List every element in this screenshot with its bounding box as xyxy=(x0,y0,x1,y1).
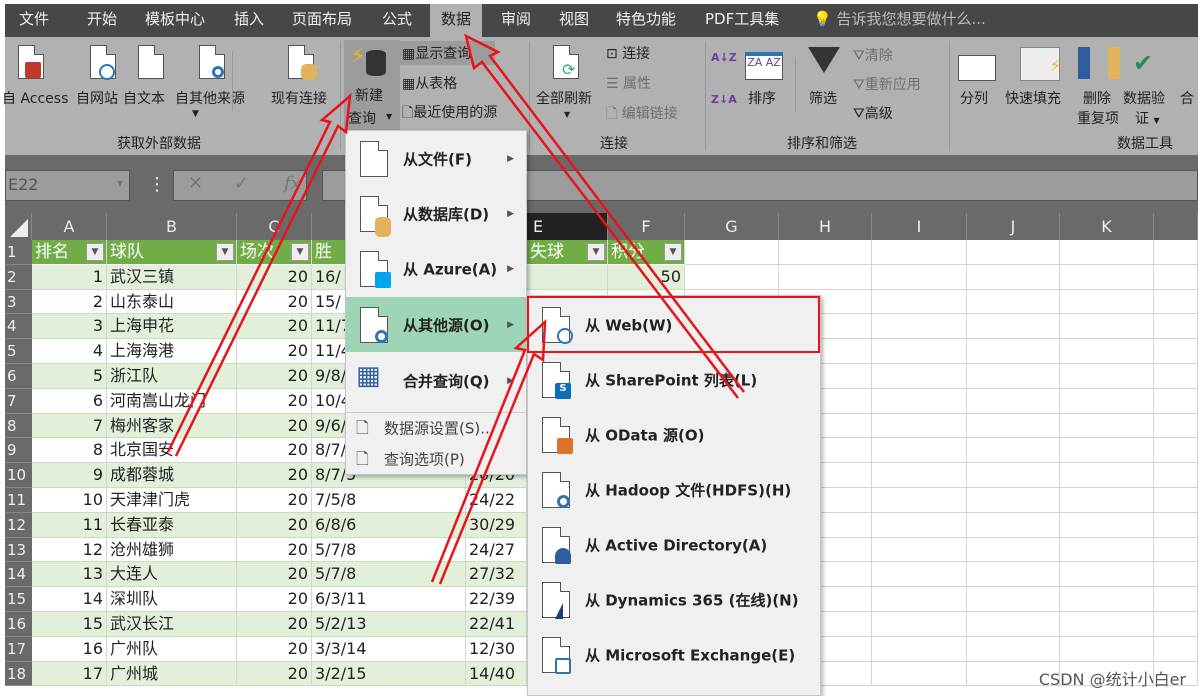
watermark: CSDN @统计小白er xyxy=(1038,670,1186,689)
annotation-arrows xyxy=(166,33,745,585)
arrow-to-data-tab xyxy=(464,33,745,399)
arrow-to-new-query xyxy=(166,92,352,457)
arrow-to-from-web xyxy=(430,319,547,585)
